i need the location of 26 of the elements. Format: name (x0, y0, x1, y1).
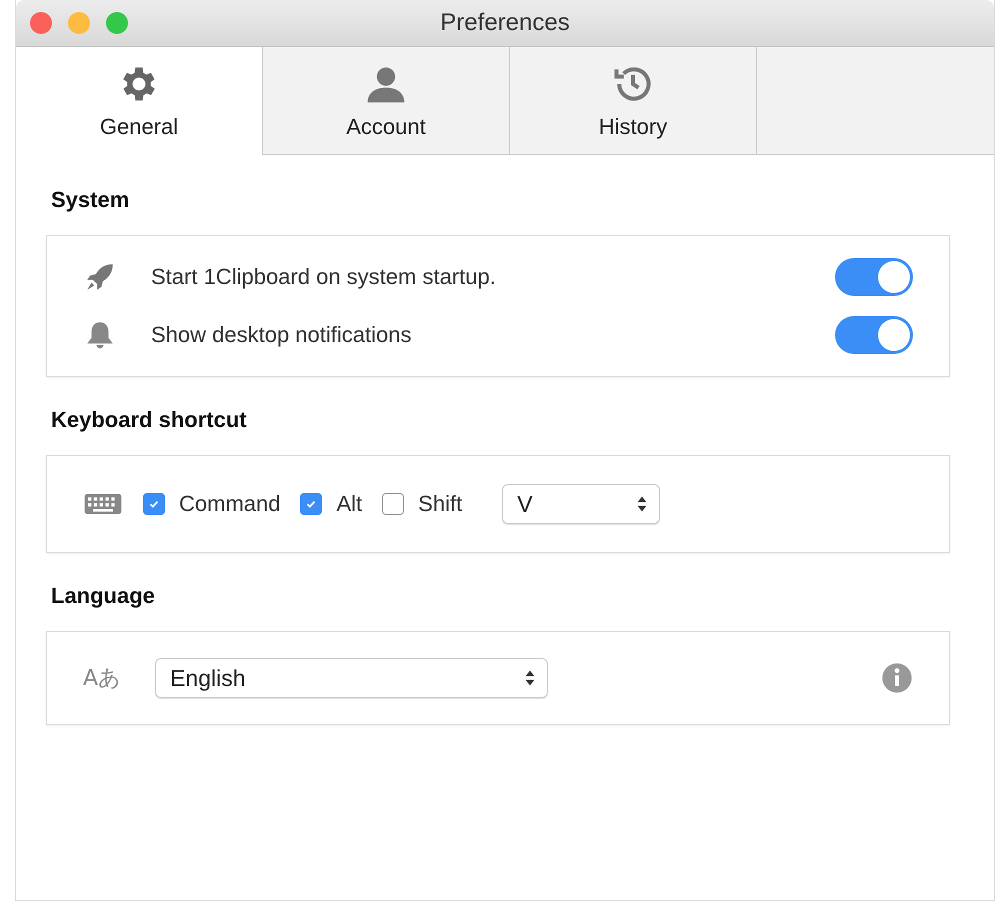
tab[interactable]: Account (262, 47, 509, 155)
section-heading: System (51, 187, 130, 213)
language-icon: Aあ (83, 663, 122, 693)
key-select[interactable]: V (502, 484, 660, 524)
info-icon[interactable] (881, 662, 913, 694)
checkmark-icon (148, 498, 160, 510)
setting-label: Show desktop notifications (151, 322, 412, 348)
zoom-button[interactable] (106, 12, 128, 34)
close-button[interactable] (30, 12, 52, 34)
stepper-arrows-icon (525, 669, 536, 687)
language-select[interactable]: English (155, 658, 548, 698)
setting-label: Start 1Clipboard on system startup. (151, 264, 497, 290)
window-title: Preferences (440, 9, 570, 37)
toggle-switch[interactable] (835, 316, 913, 354)
checkbox-label: Command (179, 491, 280, 517)
checkbox-label: Shift (418, 491, 462, 517)
checkbox[interactable] (143, 493, 165, 515)
toggle-switch[interactable] (835, 258, 913, 296)
checkbox[interactable] (300, 493, 322, 515)
tab[interactable]: History (509, 47, 756, 155)
checkbox-label: Alt (336, 491, 362, 517)
section-heading: Keyboard shortcut (51, 407, 248, 433)
checkbox[interactable] (382, 493, 404, 515)
section-heading: Language (51, 583, 156, 609)
checkmark-icon (305, 498, 318, 510)
stepper-arrows-icon (637, 495, 648, 513)
